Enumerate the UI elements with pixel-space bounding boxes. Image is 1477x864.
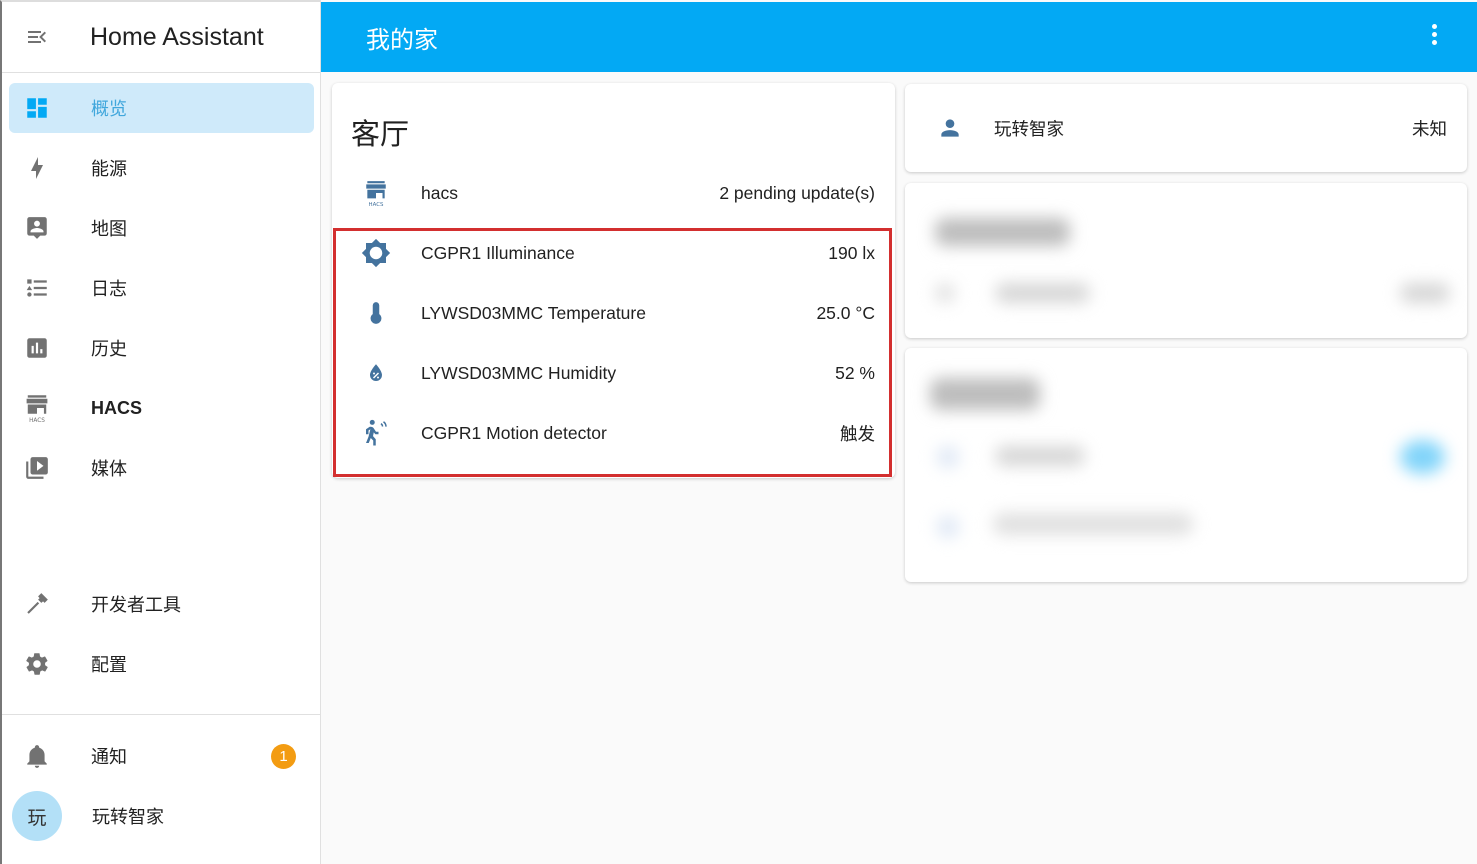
sidebar-item-developer-tools[interactable]: 开发者工具 [9, 579, 314, 629]
sidebar: Home Assistant 概览 能源 地图 日志 历史 HACS HACS [0, 0, 321, 864]
dots-vertical-icon [1427, 24, 1441, 45]
dashboard-icon [27, 98, 47, 118]
sidebar-header: Home Assistant [2, 2, 320, 73]
sidebar-toggle-button[interactable] [2, 2, 72, 72]
entity-state: 190 lx [828, 242, 875, 263]
blurred-text [995, 283, 1090, 303]
water-percent-icon [370, 364, 382, 381]
sidebar-item-config[interactable]: 配置 [9, 639, 314, 689]
account-icon [941, 119, 959, 137]
person-card: 玩转智家 未知 [905, 84, 1467, 172]
menu-collapse-icon [28, 31, 46, 43]
sidebar-item-map[interactable]: 地图 [9, 203, 314, 253]
blurred-toggle [1400, 440, 1445, 474]
sidebar-nav: 概览 能源 地图 日志 历史 HACS HACS 媒体 [2, 73, 320, 493]
entity-name: hacs [421, 182, 458, 203]
sidebar-item-hacs[interactable]: HACS HACS [9, 383, 314, 433]
sidebar-item-label: 玩转智家 [92, 807, 164, 827]
sidebar-tools: 开发者工具 配置 [2, 579, 320, 699]
sidebar-item-overview[interactable]: 概览 [9, 83, 314, 133]
entity-state: 未知 [1412, 118, 1447, 139]
entity-state: 25.0 °C [816, 302, 875, 323]
entity-row-hacs[interactable]: HACS hacs 2 pending update(s) [332, 173, 895, 213]
sidebar-item-history[interactable]: 历史 [9, 323, 314, 373]
hacs-store-icon: HACS [366, 181, 386, 208]
media-play-icon [26, 457, 48, 479]
entity-name: LYWSD03MMC Humidity [421, 362, 617, 383]
map-account-icon [27, 217, 47, 239]
page-title: 我的家 [366, 26, 438, 54]
chart-box-icon [27, 338, 47, 358]
sidebar-item-label: 日志 [91, 279, 127, 299]
hacs-store-icon: HACS [26, 395, 48, 423]
blurred-icon [935, 283, 955, 303]
thermometer-icon [370, 302, 382, 324]
entity-state: 52 % [835, 362, 875, 383]
sidebar-bottom: 通知 1 玩 玩转智家 [2, 731, 320, 851]
brightness-icon [361, 238, 391, 268]
blurred-icon [937, 516, 959, 538]
entity-name: 玩转智家 [994, 118, 1064, 139]
blurred-title [935, 218, 1070, 246]
notification-count-badge: 1 [271, 744, 296, 769]
sidebar-item-label: 概览 [91, 99, 127, 119]
entity-name: CGPR1 Motion detector [421, 422, 607, 443]
hammer-icon [27, 593, 48, 614]
sidebar-item-label: 能源 [91, 159, 127, 179]
sidebar-item-notifications[interactable]: 通知 1 [9, 731, 314, 781]
sidebar-item-media[interactable]: 媒体 [9, 443, 314, 493]
motion-sensor-icon [366, 419, 387, 446]
sidebar-divider [2, 714, 320, 715]
bell-icon [27, 745, 47, 768]
sidebar-item-user[interactable]: 玩 玩转智家 [12, 791, 314, 841]
svg-text:HACS: HACS [29, 418, 45, 423]
sidebar-item-label: 媒体 [91, 459, 127, 479]
top-app-bar: 我的家 [321, 2, 1477, 72]
entity-row-motion[interactable]: CGPR1 Motion detector 触发 [332, 413, 895, 453]
logbook-list-icon [26, 279, 47, 297]
sidebar-item-logbook[interactable]: 日志 [9, 263, 314, 313]
entity-name: CGPR1 Illuminance [421, 242, 575, 263]
entity-row-illuminance[interactable]: CGPR1 Illuminance 190 lx [332, 233, 895, 273]
card-title: 客厅 [351, 119, 410, 151]
blurred-text [995, 446, 1085, 466]
entity-state: 2 pending update(s) [719, 182, 875, 203]
sidebar-item-energy[interactable]: 能源 [9, 143, 314, 193]
entity-name: LYWSD03MMC Temperature [421, 302, 646, 323]
blurred-text [993, 513, 1193, 535]
blurred-icon [937, 446, 959, 468]
living-room-card: 客厅 HACS hacs 2 pending update(s) CGPR1 I… [332, 83, 895, 478]
entity-state: 触发 [840, 423, 875, 444]
blurred-title [930, 378, 1040, 410]
sidebar-item-label: 历史 [91, 339, 127, 359]
entity-row-person[interactable]: 玩转智家 未知 [905, 108, 1467, 148]
entity-row-temperature[interactable]: LYWSD03MMC Temperature 25.0 °C [332, 293, 895, 333]
sidebar-item-label: 地图 [91, 219, 127, 239]
svg-text:HACS: HACS [369, 202, 384, 208]
blurred-text [1400, 283, 1450, 303]
blurred-card [905, 183, 1467, 338]
sidebar-item-label: 配置 [91, 655, 127, 675]
blurred-card [905, 348, 1467, 582]
avatar: 玩 [12, 791, 62, 841]
entity-row-humidity[interactable]: LYWSD03MMC Humidity 52 % [332, 353, 895, 393]
sidebar-item-label: HACS [91, 397, 143, 418]
app-title: Home Assistant [90, 22, 264, 51]
gear-icon [26, 653, 48, 675]
sidebar-item-label: 开发者工具 [91, 595, 181, 615]
lightning-bolt-icon [31, 157, 43, 179]
sidebar-item-label: 通知 [91, 747, 127, 767]
more-options-button[interactable] [1427, 24, 1441, 50]
